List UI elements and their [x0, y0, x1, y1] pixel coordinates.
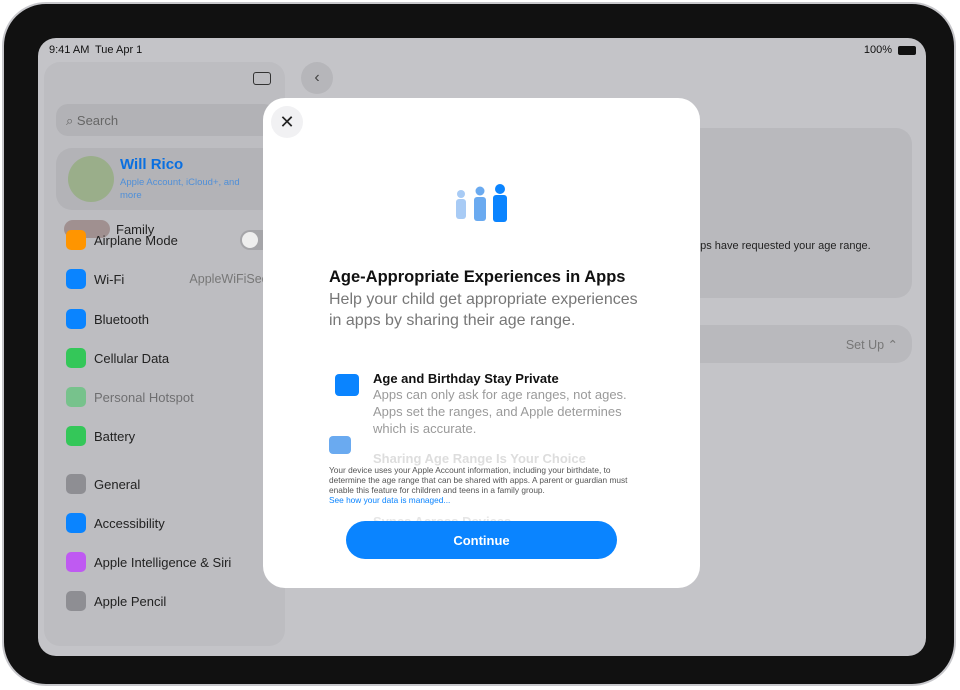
back-button[interactable]: ‹ [301, 62, 333, 94]
apple-account-row[interactable]: Will Rico Apple Account, iCloud+, and mo… [56, 148, 296, 210]
sidebar-item-bluetooth[interactable]: BluetoothOn [66, 309, 286, 329]
sidebar-toggle-icon[interactable] [253, 72, 271, 85]
card-text: pps have requested your age range. [694, 240, 871, 252]
feature-desc: Apps can only ask for age ranges, not ag… [373, 386, 633, 437]
item-label: General [94, 477, 140, 492]
sidebar-item-apple-pencil[interactable]: Apple Pencil [66, 591, 286, 611]
user-subtitle: Apple Account, iCloud+, and more [120, 176, 240, 202]
setup-value: Set Up ⌃ [846, 337, 898, 352]
item-label: Battery [94, 429, 135, 444]
sidebar-item-apple-intelligence-siri[interactable]: Apple Intelligence & Siri [66, 552, 286, 572]
item-label: Cellular Data [94, 351, 169, 366]
setting-icon [66, 591, 86, 611]
modal-title: Age-Appropriate Experiences in Apps [329, 268, 625, 287]
setting-icon [66, 230, 86, 250]
continue-button[interactable]: Continue [346, 521, 617, 559]
close-button[interactable]: ✕ [271, 106, 303, 138]
setting-icon [66, 387, 86, 407]
item-label: Apple Intelligence & Siri [94, 555, 231, 570]
setting-icon [66, 426, 86, 446]
screen: 9:41 AM Tue Apr 1 100% ⌕ Search Will Ric… [38, 38, 926, 656]
sidebar-item-cellular-data[interactable]: Cellular Data [66, 348, 286, 368]
feature-title-choice: Sharing Age Range Is Your Choice [373, 451, 586, 466]
sidebar-item-personal-hotspot[interactable]: Personal HotspotOff [66, 387, 286, 407]
sidebar-item-accessibility[interactable]: Accessibility [66, 513, 286, 533]
setting-icon [66, 552, 86, 572]
item-label: Bluetooth [94, 312, 149, 327]
search-input[interactable]: ⌕ Search [56, 104, 276, 136]
item-label: Apple Pencil [94, 594, 166, 609]
avatar [68, 156, 114, 202]
people-icon [453, 184, 509, 226]
sidebar-item-wi-fi[interactable]: Wi-FiAppleWiFiSecure [66, 269, 286, 289]
status-date: Tue Apr 1 [95, 44, 142, 56]
age-range-modal: ✕ Age-Appropriate Experiences in Apps He… [263, 98, 700, 588]
search-placeholder: Search [77, 113, 118, 128]
setting-icon [66, 309, 86, 329]
calendar-lock-icon [335, 374, 359, 396]
item-label: Airplane Mode [94, 233, 178, 248]
setting-icon [66, 269, 86, 289]
setting-icon [66, 513, 86, 533]
item-label: Personal Hotspot [94, 390, 194, 405]
feature-title: Age and Birthday Stay Private [373, 371, 633, 386]
feature-private: Age and Birthday Stay Private Apps can o… [373, 371, 633, 437]
setting-icon [66, 474, 86, 494]
handshake-icon [329, 436, 351, 454]
legal-body: Your device uses your Apple Account info… [329, 465, 627, 495]
item-label: Wi-Fi [94, 272, 124, 287]
status-time: 9:41 AM [49, 44, 89, 56]
battery-icon [898, 46, 916, 55]
item-label: Accessibility [94, 516, 165, 531]
setting-icon [66, 348, 86, 368]
settings-sidebar: ⌕ Search Will Rico Apple Account, iCloud… [44, 62, 285, 646]
battery-percent: 100% [864, 44, 892, 56]
data-managed-link[interactable]: See how your data is managed... [329, 495, 450, 505]
sidebar-item-airplane-mode[interactable]: Airplane Mode [66, 230, 286, 250]
close-icon: ✕ [279, 112, 294, 133]
user-name: Will Rico [120, 156, 183, 173]
legal-text: Your device uses your Apple Account info… [329, 465, 639, 505]
sidebar-item-battery[interactable]: Battery [66, 426, 286, 446]
sidebar-item-general[interactable]: General [66, 474, 286, 494]
ipad-frame: 9:41 AM Tue Apr 1 100% ⌕ Search Will Ric… [2, 2, 956, 686]
modal-subtitle: Help your child get appropriate experien… [329, 289, 639, 331]
